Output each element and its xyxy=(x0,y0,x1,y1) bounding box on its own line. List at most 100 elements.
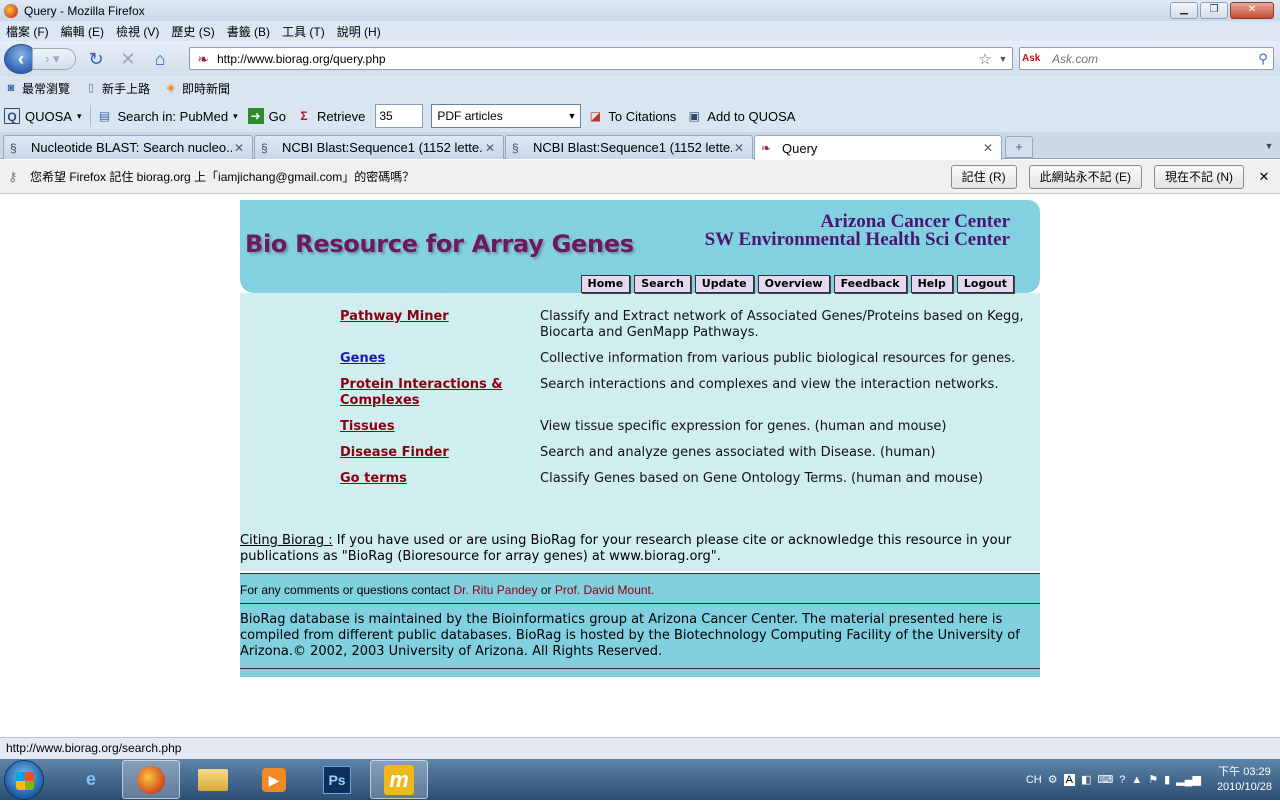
tab-label: NCBI Blast:Sequence1 (1152 lette... xyxy=(533,140,732,155)
tissues-link[interactable]: Tissues xyxy=(340,419,540,435)
close-window-button[interactable]: ✕ xyxy=(1230,2,1274,19)
search-engine-icon[interactable]: Ask xyxy=(1022,51,1052,67)
quosa-label: QUOSA xyxy=(25,108,72,124)
font-mode-icon[interactable]: A xyxy=(1063,773,1075,786)
menu-bookmarks[interactable]: 書籤 (B) xyxy=(227,23,270,40)
minimize-button[interactable]: ▁ xyxy=(1170,2,1198,19)
close-tab-icon[interactable]: ✕ xyxy=(981,141,995,155)
genes-link[interactable]: Genes xyxy=(340,351,540,367)
network-signal-icon[interactable]: ▂▄▆ xyxy=(1176,773,1201,786)
stop-icon[interactable]: ✕ xyxy=(116,47,140,71)
page-content: Bio Resource for Array Genes Arizona Can… xyxy=(240,200,1040,677)
close-tab-icon[interactable]: ✕ xyxy=(483,141,497,155)
system-clock[interactable]: 下午 03:29 2010/10/28 xyxy=(1217,765,1272,795)
remember-button[interactable]: 記住 (R) xyxy=(950,164,1017,189)
site-title: Bio Resource for Array Genes xyxy=(245,230,634,258)
internet-explorer-icon[interactable]: e xyxy=(62,760,120,799)
feedback-button[interactable]: Feedback xyxy=(833,275,907,293)
start-button[interactable] xyxy=(4,760,44,800)
tray-expand-icon[interactable]: ▲ xyxy=(1131,774,1142,786)
never-remember-button[interactable]: 此網站永不記 (E) xyxy=(1028,164,1142,189)
home-button[interactable]: Home xyxy=(580,275,631,293)
dna-icon: § xyxy=(512,140,519,155)
article-type-select[interactable]: PDF articles ▼ xyxy=(431,104,582,128)
close-tab-icon[interactable]: ✕ xyxy=(732,141,746,155)
disease-finder-link[interactable]: Disease Finder xyxy=(340,445,540,461)
photoshop-label: Ps xyxy=(323,766,351,794)
windows-taskbar: e ▶ Ps m CH ⚙ A ◧ ⌨ ? ▲ ⚑ ▮ ▂▄▆ 下午 03:29… xyxy=(0,759,1280,800)
bookmark-most-visited[interactable]: ◙ 最常瀏覽 xyxy=(4,80,70,97)
toolbar-separator xyxy=(89,105,91,127)
firefox-taskbar-button[interactable] xyxy=(122,760,180,799)
half-width-icon[interactable]: ◧ xyxy=(1081,773,1091,786)
menu-history[interactable]: 歷史 (S) xyxy=(171,23,214,40)
contact-or: or xyxy=(537,583,555,597)
home-icon[interactable]: ⌂ xyxy=(148,47,172,71)
flag-icon[interactable]: ⚑ xyxy=(1148,773,1158,786)
to-citations-label: To Citations xyxy=(608,108,677,124)
close-tab-icon[interactable]: ✕ xyxy=(232,141,246,155)
restore-button[interactable]: ❐ xyxy=(1200,2,1228,19)
bookmark-latest-news[interactable]: ◈ 即時新聞 xyxy=(164,80,230,97)
file-explorer-icon[interactable] xyxy=(184,760,242,799)
power-icon[interactable]: ▮ xyxy=(1164,773,1170,786)
system-tray: CH ⚙ A ◧ ⌨ ? ▲ ⚑ ▮ ▂▄▆ 下午 03:29 2010/10/… xyxy=(1026,759,1280,800)
photoshop-icon[interactable]: Ps xyxy=(308,760,366,799)
media-player-icon[interactable]: ▶ xyxy=(245,760,303,799)
url-dropdown-icon[interactable]: ▼ xyxy=(994,54,1012,64)
language-indicator[interactable]: CH xyxy=(1026,774,1042,786)
tab-ncbi-blast-1[interactable]: § NCBI Blast:Sequence1 (1152 lette... ✕ xyxy=(254,135,504,159)
reload-icon[interactable]: ↻ xyxy=(84,47,108,71)
search-button[interactable]: Search xyxy=(634,275,691,293)
logout-button[interactable]: Logout xyxy=(956,275,1014,293)
keyboard-icon[interactable]: ⌨ xyxy=(1097,773,1113,786)
most-visited-icon: ◙ xyxy=(7,82,15,94)
contact-david-mount-link[interactable]: Prof. David Mount. xyxy=(555,583,654,597)
new-tab-button[interactable]: + xyxy=(1005,136,1033,158)
not-now-button[interactable]: 現在不記 (N) xyxy=(1154,164,1244,189)
protein-interactions-link[interactable]: Protein Interactions & Complexes xyxy=(340,377,540,409)
search-bar[interactable]: Ask ⚲ xyxy=(1019,47,1274,70)
list-all-tabs-icon[interactable]: ▼ xyxy=(1258,136,1280,158)
add-to-quosa-button[interactable]: ▣ Add to QUOSA xyxy=(686,108,796,124)
close-icon[interactable]: ✕ xyxy=(1256,169,1272,185)
add-to-quosa-label: Add to QUOSA xyxy=(707,108,796,124)
help-icon[interactable]: ? xyxy=(1119,774,1125,786)
bookmark-label: 最常瀏覽 xyxy=(22,81,71,96)
menu-view[interactable]: 檢視 (V) xyxy=(116,23,159,40)
retrieve-button[interactable]: Σ Retrieve xyxy=(296,108,365,124)
retrieve-count-input[interactable]: 35 xyxy=(375,104,424,128)
search-icon[interactable]: ⚲ xyxy=(1253,51,1273,67)
url-text[interactable]: http://www.biorag.org/query.php xyxy=(217,52,976,66)
tab-ncbi-blast-2[interactable]: § NCBI Blast:Sequence1 (1152 lette... ✕ xyxy=(505,135,753,159)
firefox-icon xyxy=(4,3,18,18)
site-favicon-icon: ❧ xyxy=(197,50,209,67)
rss-icon: ◈ xyxy=(166,82,176,94)
bookmark-star-icon[interactable]: ☆ xyxy=(976,50,994,68)
citation-note: Citing Biorag : If you have used or are … xyxy=(240,507,1040,571)
url-bar[interactable]: ❧ http://www.biorag.org/query.php ☆ ▼ xyxy=(189,47,1013,70)
menu-tools[interactable]: 工具 (T) xyxy=(282,23,325,40)
contact-ritu-pandey-link[interactable]: Dr. Ritu Pandey xyxy=(453,583,537,597)
search-in-pubmed[interactable]: ▤ Search in: PubMed ▾ xyxy=(97,108,238,124)
menu-file[interactable]: 檔案 (F) xyxy=(6,23,49,40)
tab-query[interactable]: ❧ Query ✕ xyxy=(754,135,1002,160)
ime-icon[interactable]: ⚙ xyxy=(1048,773,1058,786)
pathway-miner-link[interactable]: Pathway Miner xyxy=(340,309,540,341)
menu-edit[interactable]: 編輯 (E) xyxy=(61,23,104,40)
list-item: Go terms Classify Genes based on Gene On… xyxy=(240,471,1040,487)
search-input[interactable] xyxy=(1052,51,1253,66)
to-citations-button[interactable]: ◪ To Citations xyxy=(587,108,677,124)
quosa-menu[interactable]: Q QUOSA ▾ xyxy=(4,108,82,124)
go-terms-link[interactable]: Go terms xyxy=(340,471,540,487)
menu-help[interactable]: 說明 (H) xyxy=(337,23,381,40)
tab-nucleotide-blast[interactable]: § Nucleotide BLAST: Search nucleo... ✕ xyxy=(3,135,253,159)
m-app-taskbar-button[interactable]: m xyxy=(370,760,428,799)
forward-button[interactable]: › ▾ xyxy=(32,47,76,70)
update-button[interactable]: Update xyxy=(694,275,754,293)
help-button[interactable]: Help xyxy=(910,275,953,293)
go-button[interactable]: ➜ Go xyxy=(247,108,286,124)
bookmark-getting-started[interactable]: ▯ 新手上路 xyxy=(84,80,150,97)
footer-bottom xyxy=(240,669,1040,677)
overview-button[interactable]: Overview xyxy=(757,275,830,293)
